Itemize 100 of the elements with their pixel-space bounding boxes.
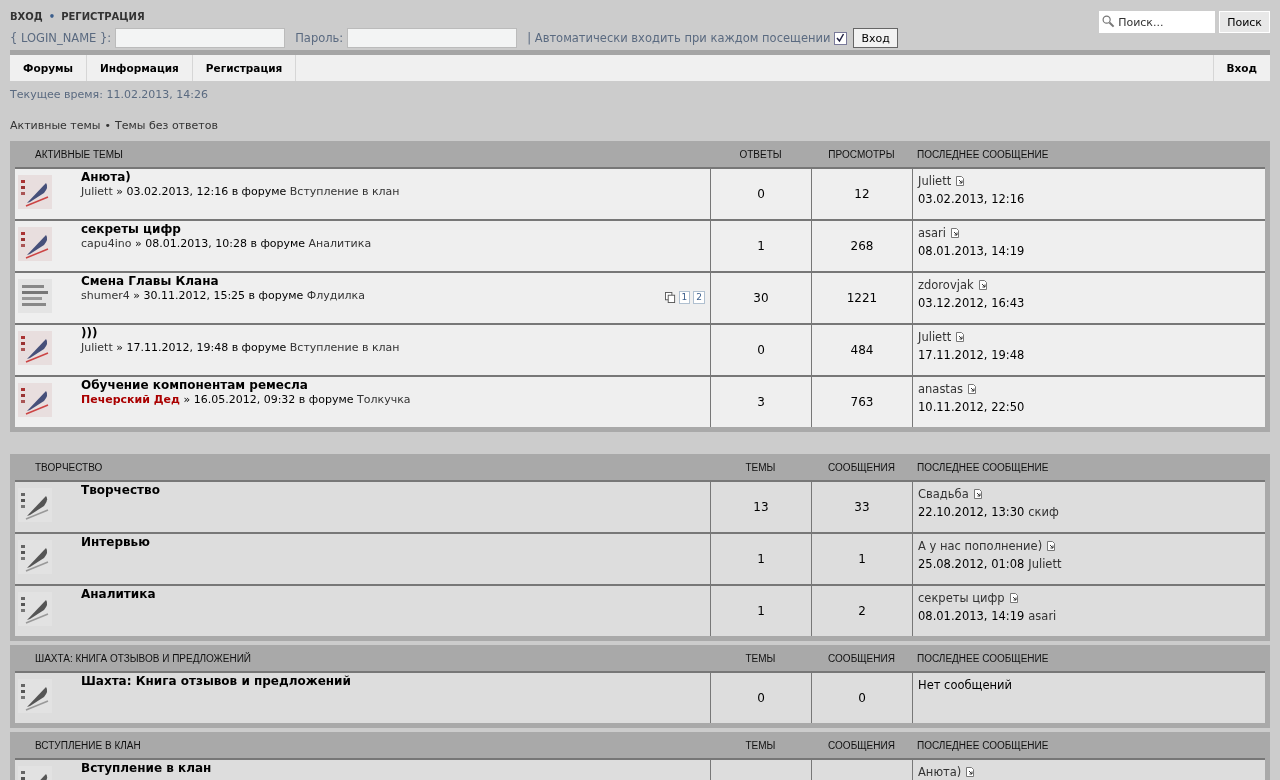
last-post-author[interactable]: asari <box>918 224 946 242</box>
count-text: 0 <box>757 187 765 201</box>
forum-link[interactable]: Толкучка <box>357 393 411 406</box>
no-posts-text: Нет сообщений <box>918 677 1012 694</box>
column-header: ОТВЕТЫ <box>738 148 783 160</box>
column-header: СООБЩЕНИЯ <box>827 461 896 473</box>
header-link[interactable]: РЕГИСТРАЦИЯ <box>61 11 145 22</box>
count-text: 268 <box>850 239 874 253</box>
forum-link[interactable]: Вступление в клан <box>289 341 400 354</box>
count-text: 12 <box>854 187 870 201</box>
column-header: ТЕМЫ <box>744 652 777 664</box>
last-post-title[interactable]: Анюта) <box>918 763 962 780</box>
last-post-time: 03.12.2012, 16:43 <box>918 295 1025 312</box>
go-to-post-icon[interactable] <box>977 280 988 290</box>
column-header: ПОСЛЕДНЕЕ СООБЩЕНИЕ <box>916 739 1050 751</box>
forum-title[interactable]: Интервью <box>81 534 150 550</box>
forum-title[interactable]: Аналитика <box>81 586 156 602</box>
last-post-author[interactable]: zdorovjak <box>918 276 974 294</box>
post-info: » 08.01.2013, 10:28 в форуме <box>135 237 306 250</box>
pages-icon <box>664 292 676 303</box>
remember-label: | Автоматически входить при каждом посещении <box>527 31 831 45</box>
page-link[interactable]: 2 <box>693 291 705 304</box>
go-to-post-icon[interactable] <box>966 384 977 394</box>
last-post-time: 25.08.2012, 01:08 <box>918 556 1025 573</box>
go-to-post-icon[interactable] <box>965 767 976 777</box>
author-link[interactable]: shumer4 <box>81 289 130 302</box>
nav-tab[interactable]: Регистрация <box>192 55 297 81</box>
topic-title[interactable]: Анюта) <box>81 169 400 185</box>
topic-title[interactable]: Обучение компонентам ремесла <box>81 377 411 393</box>
nav-tab[interactable]: Форумы <box>10 55 88 81</box>
author-link[interactable]: Juliett <box>81 185 113 198</box>
last-post-time: 08.01.2013, 14:19 <box>918 243 1025 260</box>
last-post-author[interactable]: скиф <box>1028 503 1059 521</box>
last-post-time: 10.11.2012, 22:50 <box>918 399 1025 416</box>
count-text: 1 <box>757 239 765 253</box>
separator-dot: • <box>48 11 56 22</box>
topic-title[interactable]: ))) <box>81 325 400 341</box>
last-post-time: 03.02.2013, 12:16 <box>918 191 1025 208</box>
password-field[interactable] <box>347 28 518 48</box>
last-post-time: 17.11.2012, 19:48 <box>918 347 1025 364</box>
section-title: АКТИВНЫЕ ТЕМЫ <box>34 148 124 160</box>
post-info: » 17.11.2012, 19:48 в форуме <box>116 341 287 354</box>
remember-checkbox[interactable] <box>834 31 848 45</box>
count-text: 33 <box>854 500 870 514</box>
separator-dot: • <box>104 119 111 132</box>
header-link[interactable]: ВХОД <box>10 11 43 22</box>
count-text: 1 <box>757 552 765 566</box>
column-header: ТЕМЫ <box>744 461 777 473</box>
go-to-post-icon[interactable] <box>955 176 966 186</box>
forum-title[interactable]: Творчество <box>81 482 160 498</box>
author-link[interactable]: capu4ino <box>81 237 132 250</box>
author-link[interactable]: Печерский Дед <box>81 393 180 406</box>
go-to-post-icon[interactable] <box>972 489 983 499</box>
forum-title[interactable]: Шахта: Книга отзывов и предложений <box>81 673 351 689</box>
last-post-time: 22.10.2012, 13:30 <box>918 504 1025 521</box>
last-post-author[interactable]: Juliett <box>1028 555 1062 573</box>
forum-link[interactable]: Флудилка <box>306 289 365 302</box>
count-text: 30 <box>753 291 769 305</box>
username-label: { LOGIN_NAME }: <box>10 31 112 45</box>
section-title: ТВОРЧЕСТВО <box>34 461 104 473</box>
count-text: 0 <box>757 691 765 705</box>
search-field[interactable]: Поиск... <box>1099 11 1216 33</box>
search-icon <box>1102 15 1116 28</box>
count-text: 0 <box>757 343 765 357</box>
login-button[interactable]: Вход <box>853 28 898 48</box>
go-to-post-icon[interactable] <box>950 228 960 238</box>
quick-link[interactable]: Темы без ответов <box>115 119 218 132</box>
forum-title[interactable]: Вступление в клан <box>81 760 212 776</box>
last-post-author[interactable]: anastas <box>918 380 963 398</box>
column-header: СООБЩЕНИЯ <box>827 739 896 751</box>
quick-link[interactable]: Активные темы <box>10 119 101 132</box>
count-text: 3 <box>757 395 765 409</box>
nav-tab[interactable]: Вход <box>1212 55 1270 81</box>
count-text: 0 <box>858 691 866 705</box>
username-field[interactable] <box>115 28 286 48</box>
author-link[interactable]: Juliett <box>81 341 113 354</box>
last-post-title[interactable]: А у нас пополнение) <box>918 537 1043 555</box>
topic-title[interactable]: Смена Главы Клана <box>81 273 365 289</box>
count-text: 1 <box>858 552 866 566</box>
nav-tab[interactable]: Информация <box>87 55 193 81</box>
count-text: 763 <box>850 395 874 409</box>
current-time: Текущее время: 11.02.2013, 14:26 <box>10 88 210 101</box>
count-text: 2 <box>858 604 866 618</box>
column-header: ТЕМЫ <box>744 739 777 751</box>
go-to-post-icon[interactable] <box>1046 541 1057 551</box>
column-header: СООБЩЕНИЯ <box>827 652 896 664</box>
topic-title[interactable]: секреты цифр <box>81 221 372 237</box>
last-post-title[interactable]: Свадьба <box>918 485 969 503</box>
last-post-author[interactable]: Juliett <box>918 328 952 346</box>
last-post-author[interactable]: asari <box>1028 607 1057 625</box>
last-post-author[interactable]: Juliett <box>918 172 952 190</box>
count-text: 13 <box>753 500 769 514</box>
forum-link[interactable]: Вступление в клан <box>289 185 400 198</box>
last-post-title[interactable]: секреты цифр <box>918 589 1005 607</box>
search-button[interactable]: Поиск <box>1219 11 1270 33</box>
section-title: ШАХТА: КНИГА ОТЗЫВОВ И ПРЕДЛОЖЕНИЙ <box>34 652 253 664</box>
forum-link[interactable]: Аналитика <box>308 237 372 250</box>
go-to-post-icon[interactable] <box>955 332 966 342</box>
page-link[interactable]: 1 <box>678 291 691 304</box>
go-to-post-icon[interactable] <box>1008 593 1019 603</box>
